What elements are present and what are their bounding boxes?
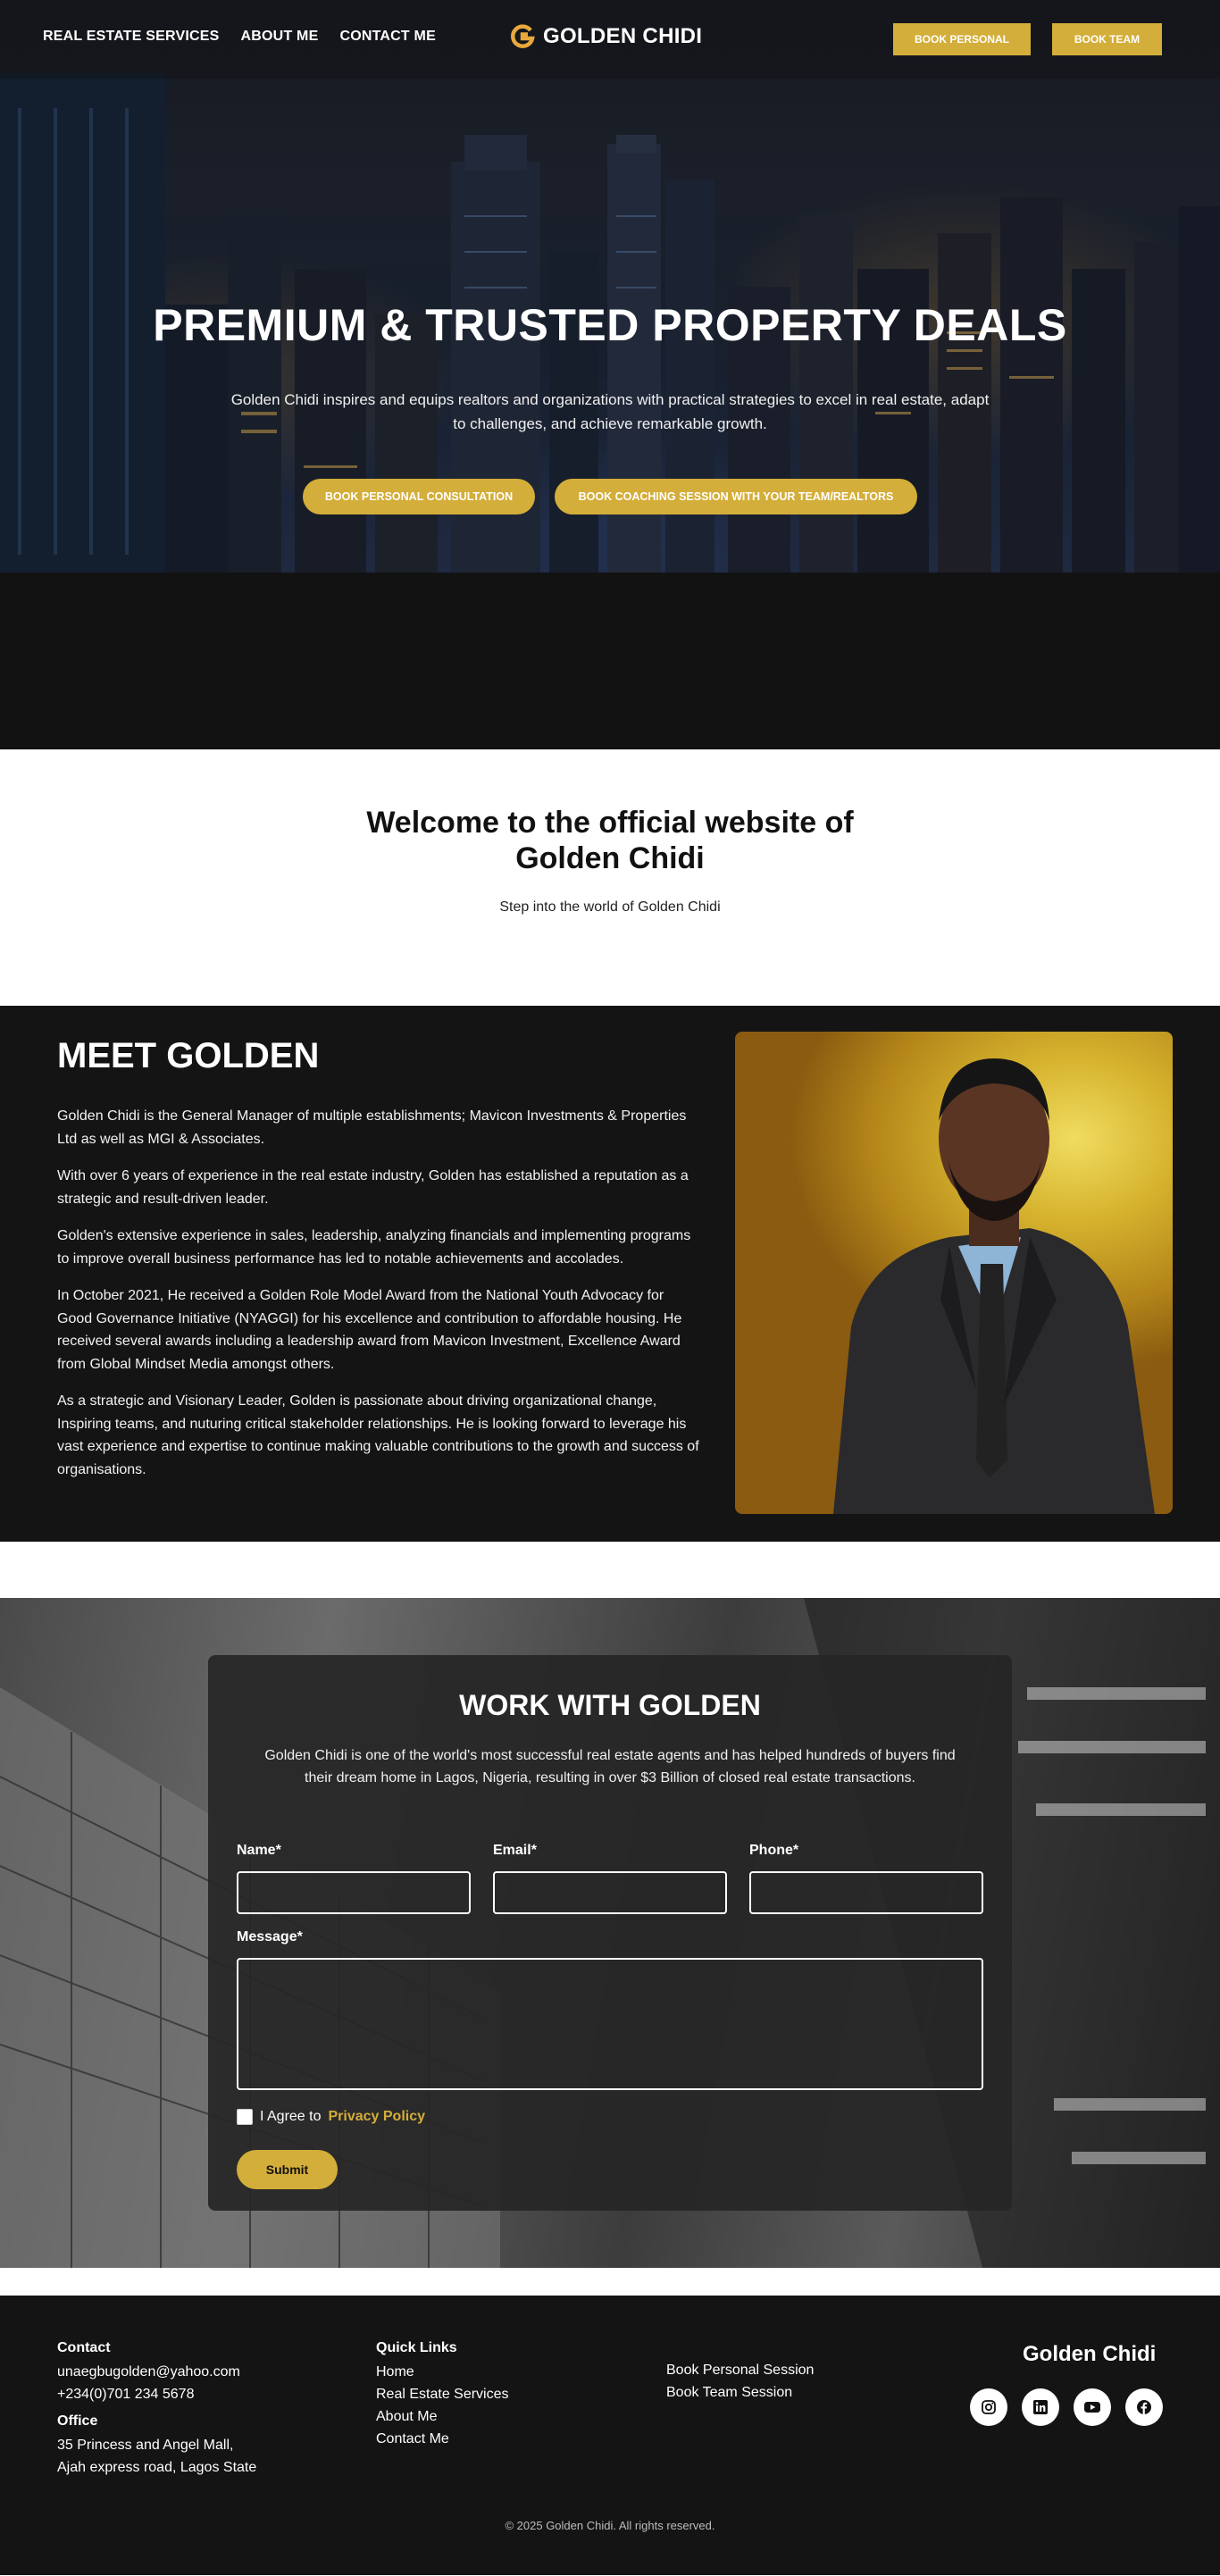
footer-link-home[interactable]: Home	[376, 2361, 414, 2383]
book-personal-consultation-button[interactable]: BOOK PERSONAL CONSULTATION	[303, 479, 535, 514]
nav-link-about-me[interactable]: ABOUT ME	[241, 29, 319, 45]
message-textarea[interactable]	[237, 1958, 983, 2090]
instagram-icon[interactable]	[970, 2388, 1007, 2426]
hero-subtitle: Golden Chidi inspires and equips realtor…	[230, 391, 990, 432]
work-title: WORK WITH GOLDEN	[459, 1689, 761, 1721]
name-label: Name*	[237, 1843, 281, 1858]
contact-form-card: WORK WITH GOLDEN Golden Chidi is one of …	[208, 1655, 1012, 2211]
social-links	[970, 2388, 1163, 2426]
footer-link-about-me[interactable]: About Me	[376, 2405, 437, 2428]
footer-brand: Golden Chidi	[1023, 2342, 1157, 2366]
footer-quick-links-heading: Quick Links	[376, 2340, 457, 2355]
footer-link-contact-me[interactable]: Contact Me	[376, 2428, 449, 2450]
site-footer: Contact unaegbugolden@yahoo.com +234(0)7…	[0, 2296, 1220, 2575]
footer-email[interactable]: unaegbugolden@yahoo.com	[57, 2361, 240, 2383]
footer-link-book-personal-session[interactable]: Book Personal Session	[666, 2359, 814, 2381]
hero-cta-group: BOOK PERSONAL CONSULTATION BOOK COACHING…	[0, 479, 1220, 514]
agree-checkbox[interactable]	[237, 2109, 253, 2125]
linkedin-icon[interactable]	[1022, 2388, 1059, 2426]
email-input[interactable]	[493, 1871, 727, 1914]
logo-text: GOLDEN CHIDI	[543, 24, 703, 48]
meet-paragraph: With over 6 years of experience in the r…	[57, 1168, 689, 1207]
name-input[interactable]	[237, 1871, 471, 1914]
meet-paragraph: In October 2021, He received a Golden Ro…	[57, 1288, 682, 1372]
nav-link-contact-me[interactable]: CONTACT ME	[339, 29, 435, 45]
phone-input[interactable]	[749, 1871, 983, 1914]
privacy-agreement: I Agree to Privacy Policy	[237, 2109, 425, 2125]
facebook-icon[interactable]	[1125, 2388, 1163, 2426]
meet-paragraph: As a strategic and Visionary Leader, Gol…	[57, 1393, 699, 1477]
welcome-title: Welcome to the official website of Golde…	[366, 806, 854, 875]
nav-link-real-estate-services[interactable]: REAL ESTATE SERVICES	[43, 29, 220, 45]
phone-label: Phone*	[749, 1843, 799, 1858]
dark-spacer-band	[0, 573, 1220, 749]
meet-body: Golden Chidi is the General Manager of m…	[57, 1105, 700, 1495]
footer-phone[interactable]: +234(0)701 234 5678	[57, 2383, 194, 2405]
agree-text: I Agree to	[260, 2109, 322, 2124]
book-personal-button[interactable]: BOOK PERSONAL	[893, 23, 1031, 55]
copyright-text: © 2025 Golden Chidi. All rights reserved…	[505, 2519, 715, 2532]
meet-paragraph: Golden's extensive experience in sales, …	[57, 1228, 691, 1267]
message-label: Message*	[237, 1929, 303, 1945]
portrait-illustration	[833, 1058, 1155, 1514]
submit-button[interactable]: Submit	[237, 2150, 338, 2189]
meet-title: MEET GOLDEN	[57, 1036, 320, 1075]
meet-paragraph: Golden Chidi is the General Manager of m…	[57, 1108, 687, 1147]
logo-g-icon	[511, 24, 535, 48]
welcome-subtitle: Step into the world of Golden Chidi	[499, 899, 721, 915]
top-navigation: REAL ESTATE SERVICES ABOUT ME CONTACT ME…	[0, 0, 1220, 79]
email-label: Email*	[493, 1843, 537, 1858]
hero-section: REAL ESTATE SERVICES ABOUT ME CONTACT ME…	[0, 0, 1220, 573]
site-logo[interactable]: GOLDEN CHIDI	[509, 23, 702, 50]
youtube-icon[interactable]	[1074, 2388, 1111, 2426]
section-spacer	[0, 2268, 1220, 2296]
book-team-coaching-button[interactable]: BOOK COACHING SESSION WITH YOUR TEAM/REA…	[555, 479, 917, 514]
golden-chidi-portrait	[735, 1032, 1173, 1514]
footer-contact-heading: Contact	[57, 2340, 111, 2355]
privacy-policy-link[interactable]: Privacy Policy	[329, 2109, 426, 2125]
meet-golden-section: MEET GOLDEN Golden Chidi is the General …	[0, 1006, 1220, 1542]
section-spacer	[0, 1542, 1220, 1598]
footer-link-real-estate-services[interactable]: Real Estate Services	[376, 2383, 509, 2405]
work-with-golden-section: WORK WITH GOLDEN Golden Chidi is one of …	[0, 1598, 1220, 2268]
nav-links: REAL ESTATE SERVICES ABOUT ME CONTACT ME	[43, 29, 436, 45]
footer-address-line: 35 Princess and Angel Mall,	[57, 2438, 234, 2453]
book-team-button[interactable]: BOOK TEAM	[1052, 23, 1162, 55]
footer-address-line: Ajah express road, Lagos State	[57, 2460, 257, 2475]
footer-office-heading: Office	[57, 2413, 98, 2429]
work-description: Golden Chidi is one of the world's most …	[264, 1748, 956, 1786]
hero-title: PREMIUM & TRUSTED PROPERTY DEALS	[153, 300, 1067, 350]
welcome-section: Welcome to the official website of Golde…	[0, 749, 1220, 1006]
footer-link-book-team-session[interactable]: Book Team Session	[666, 2381, 792, 2404]
